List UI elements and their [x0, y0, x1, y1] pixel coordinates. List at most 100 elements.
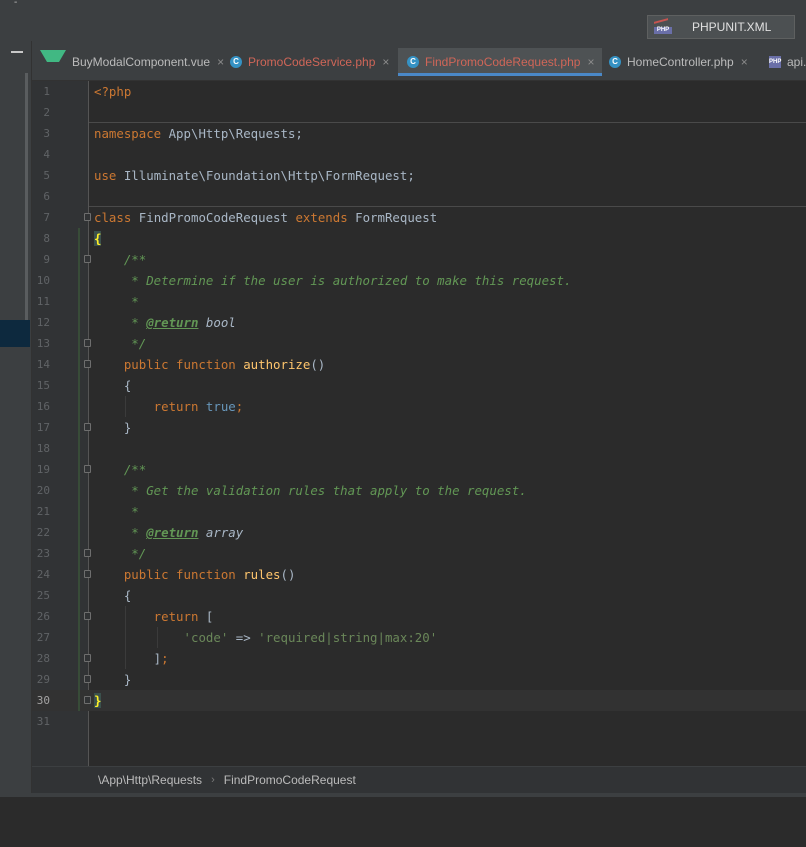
code-text: } — [94, 672, 132, 687]
line-number: 1 — [43, 85, 50, 98]
code-text: 'code' => 'required|string|max:20' — [183, 630, 438, 645]
code-line: 26 return [ — [32, 606, 806, 627]
code-editor[interactable]: 1 <?php 2 3 namespace App\Http\Requests;… — [32, 81, 806, 766]
tab-api-php[interactable]: PHP api. — [769, 48, 806, 76]
breadcrumb-namespace[interactable]: \App\Http\Requests — [98, 773, 202, 787]
code-text: public function rules() — [94, 567, 296, 582]
php-icon: PHP — [654, 18, 672, 34]
code-line: 15 { — [32, 375, 806, 396]
close-tab-icon[interactable]: × — [741, 55, 748, 69]
line-number: 27 — [36, 631, 50, 644]
line-number: 18 — [36, 442, 50, 455]
code-line: 11 * — [32, 291, 806, 312]
code-text: * — [94, 294, 139, 309]
chevron-right-icon: › — [211, 774, 215, 786]
collapse-icon[interactable] — [11, 51, 23, 53]
code-line: 19 /** — [32, 459, 806, 480]
code-line: 1 <?php — [32, 81, 806, 102]
code-line: 25 { — [32, 585, 806, 606]
fold-marker-icon[interactable] — [84, 213, 91, 221]
code-text: namespace App\Http\Requests; — [94, 126, 303, 141]
line-number: 21 — [36, 505, 50, 518]
close-tab-icon[interactable]: × — [587, 55, 594, 69]
line-number: 15 — [36, 379, 50, 392]
line-number: 14 — [36, 358, 50, 371]
code-text: return [ — [94, 609, 214, 624]
close-tab-icon[interactable]: × — [382, 55, 389, 69]
line-number: 31 — [36, 715, 50, 728]
project-panel-scrollbar[interactable] — [25, 73, 28, 343]
fold-marker-icon[interactable] — [84, 675, 91, 683]
code-text: } — [94, 420, 132, 435]
code-line: 14 public function authorize() — [32, 354, 806, 375]
tab-promocodeservice-php[interactable]: C PromoCodeService.php × — [230, 48, 389, 76]
fold-marker-icon[interactable] — [84, 549, 91, 557]
tab-buymodalcomponent-vue[interactable]: BuyModalComponent.vue × — [40, 48, 224, 76]
line-number: 2 — [43, 106, 50, 119]
php-class-icon: C — [407, 56, 419, 68]
line-number: 30 — [36, 694, 50, 707]
code-text: { — [94, 588, 132, 603]
line-number: 22 — [36, 526, 50, 539]
code-line: 6 — [32, 186, 806, 207]
code-line: 23 */ — [32, 543, 806, 564]
fold-marker-icon[interactable] — [84, 570, 91, 578]
line-number: 5 — [43, 169, 50, 182]
line-number: 8 — [43, 232, 50, 245]
line-number: 13 — [36, 337, 50, 350]
run-configuration-selector[interactable]: PHP PHPUNIT.XML — [647, 15, 795, 39]
code-line: 18 — [32, 438, 806, 459]
navigation-toolbar: PHP PHPUNIT.XML — [0, 12, 806, 41]
line-number: 24 — [36, 568, 50, 581]
fold-marker-icon[interactable] — [84, 654, 91, 662]
status-bar — [0, 793, 806, 797]
fold-marker-icon[interactable] — [84, 339, 91, 347]
code-text: * — [94, 504, 139, 519]
code-line: 2 — [32, 102, 806, 123]
line-number: 19 — [36, 463, 50, 476]
code-text: { — [94, 228, 102, 249]
tab-label: HomeController.php — [627, 55, 734, 69]
fold-marker-icon[interactable] — [84, 423, 91, 431]
line-number: 3 — [43, 127, 50, 140]
fold-marker-icon[interactable] — [84, 696, 91, 704]
tab-findpromocoderequest-php[interactable]: C FindPromoCodeRequest.php × — [398, 48, 603, 76]
code-line: 27 'code' => 'required|string|max:20' — [32, 627, 806, 648]
fold-marker-icon[interactable] — [84, 612, 91, 620]
line-number: 25 — [36, 589, 50, 602]
code-line: 9 /** — [32, 249, 806, 270]
editor-tab-bar: BuyModalComponent.vue × C PromoCodeServi… — [32, 41, 806, 81]
line-number: 7 — [43, 211, 50, 224]
breadcrumb-class[interactable]: FindPromoCodeRequest — [224, 773, 356, 787]
run-configuration-label: PHPUNIT.XML — [692, 20, 772, 34]
code-text: return true; — [94, 399, 244, 414]
fold-marker-icon[interactable] — [84, 465, 91, 473]
tab-homecontroller-php[interactable]: C HomeController.php × — [609, 48, 748, 76]
project-tree-selected-item[interactable] — [0, 320, 30, 347]
code-text: * @return array — [94, 525, 244, 540]
code-line: 22 * @return array — [32, 522, 806, 543]
code-line: 21 * — [32, 501, 806, 522]
code-line: 17 } — [32, 417, 806, 438]
php-class-icon: C — [609, 56, 621, 68]
fold-marker-icon[interactable] — [84, 255, 91, 263]
matched-brace: { — [94, 231, 102, 246]
line-number: 10 — [36, 274, 50, 287]
code-text: ]; — [94, 651, 169, 666]
line-number: 16 — [36, 400, 50, 413]
php-file-icon: PHP — [769, 56, 781, 68]
project-tool-window-strip — [0, 41, 32, 797]
line-number: 9 — [43, 253, 50, 266]
code-text: class FindPromoCodeRequest extends FormR… — [94, 210, 438, 225]
code-line: 24 public function rules() — [32, 564, 806, 585]
code-line: 3 namespace App\Http\Requests; — [32, 123, 806, 144]
code-text: * @return bool — [94, 315, 236, 330]
code-line: 5 use Illuminate\Foundation\Http\FormReq… — [32, 165, 806, 186]
close-tab-icon[interactable]: × — [217, 55, 224, 69]
code-text: /** — [94, 462, 147, 477]
code-line: 10 * Determine if the user is authorized… — [32, 270, 806, 291]
code-line: 12 * @return bool — [32, 312, 806, 333]
code-text: public function authorize() — [94, 357, 326, 372]
tab-label: PromoCodeService.php — [248, 55, 376, 69]
fold-marker-icon[interactable] — [84, 360, 91, 368]
